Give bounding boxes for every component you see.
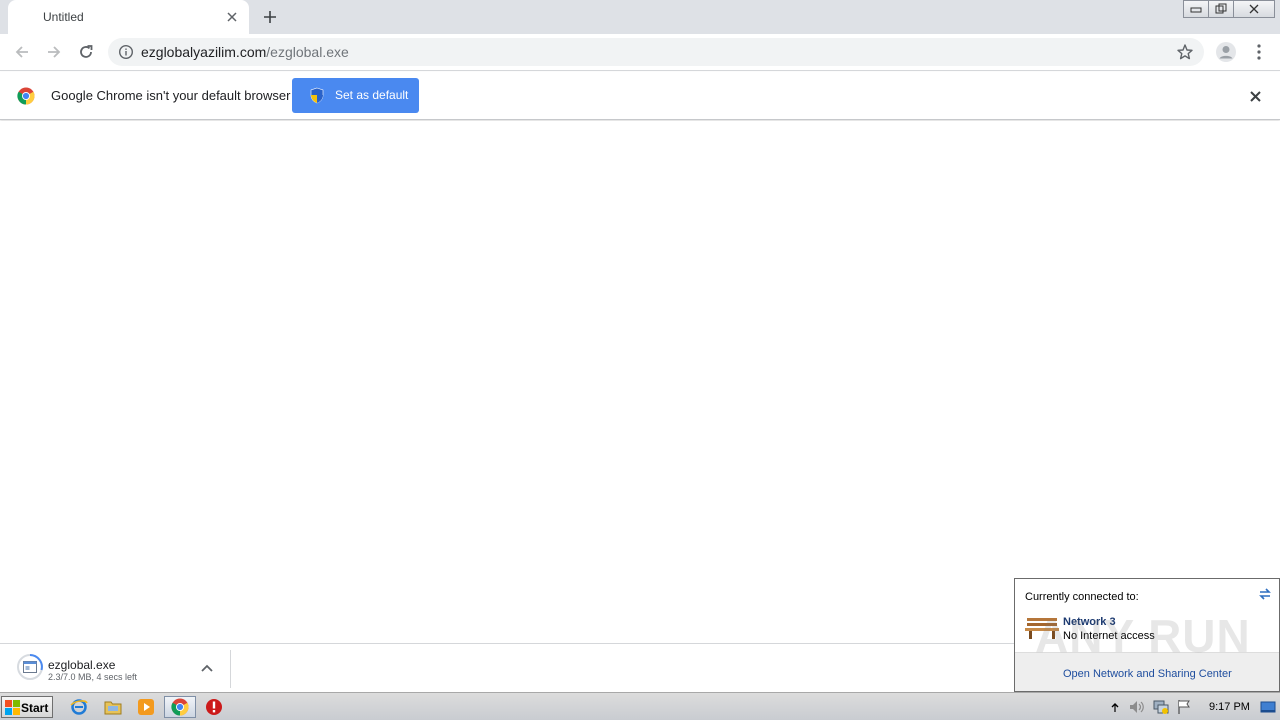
exe-file-icon[interactable] xyxy=(17,654,43,680)
tab-strip: Untitled xyxy=(0,0,1280,34)
file-explorer-icon[interactable] xyxy=(101,696,125,718)
bookmark-star-icon[interactable] xyxy=(1176,43,1194,66)
network-icon[interactable] xyxy=(1152,699,1170,720)
tab-untitled[interactable]: Untitled xyxy=(8,0,249,34)
anyrun-watermark: ANY RUN xyxy=(1035,610,1251,662)
infobar-message: Google Chrome isn't your default browser xyxy=(51,88,291,103)
page-content xyxy=(0,121,1280,643)
internet-explorer-icon[interactable] xyxy=(67,696,91,718)
kebab-menu-icon[interactable] xyxy=(1247,40,1271,64)
refresh-arrows-icon[interactable] xyxy=(1257,587,1273,606)
windows-flag-icon xyxy=(5,700,20,718)
chevron-up-icon[interactable] xyxy=(199,660,215,676)
shelf-divider xyxy=(230,650,231,688)
back-arrow-icon[interactable] xyxy=(9,39,35,65)
start-label: Start xyxy=(21,701,49,715)
url-host: ezglobalyazilim.com xyxy=(141,44,267,60)
download-status: 2.3/7.0 MB, 4 secs left xyxy=(48,672,138,682)
open-network-sharing-center-link[interactable]: Open Network and Sharing Center xyxy=(1063,668,1232,680)
windows-taskbar: Start 9:17 PM xyxy=(0,692,1280,720)
download-filename[interactable]: ezglobal.exe xyxy=(48,658,115,672)
set-as-default-button[interactable]: Set as default xyxy=(292,78,419,113)
address-bar[interactable]: ezglobalyazilim.com/ezglobal.exe xyxy=(108,38,1204,66)
action-center-flag-icon[interactable] xyxy=(1176,699,1192,720)
window-close-icon[interactable] xyxy=(1233,0,1275,18)
chrome-logo-icon xyxy=(17,87,35,110)
infobar-close-icon[interactable] xyxy=(1246,87,1264,105)
browser-toolbar: ezglobalyazilim.com/ezglobal.exe xyxy=(0,34,1280,71)
tab-close-icon[interactable] xyxy=(223,8,241,26)
url-text[interactable]: ezglobalyazilim.com/ezglobal.exe xyxy=(141,44,349,60)
show-hidden-icons-arrow-icon[interactable] xyxy=(1110,700,1120,718)
url-path: /ezglobal.exe xyxy=(266,44,349,60)
stop-sign-icon[interactable] xyxy=(202,696,226,718)
media-player-icon[interactable] xyxy=(134,696,158,718)
network-status-popup: Currently connected to: Network 3 No Int… xyxy=(1014,578,1280,692)
default-browser-infobar: Google Chrome isn't your default browser… xyxy=(0,72,1280,120)
reload-icon[interactable] xyxy=(73,39,99,65)
network-popup-header: Currently connected to: xyxy=(1025,591,1139,603)
forward-arrow-icon[interactable] xyxy=(41,39,67,65)
volume-icon[interactable] xyxy=(1128,699,1146,720)
info-icon[interactable] xyxy=(118,44,134,60)
start-button[interactable]: Start xyxy=(1,696,53,718)
system-tray: 9:17 PM xyxy=(1106,695,1276,719)
tab-title: Untitled xyxy=(43,10,84,24)
profile-avatar-icon[interactable] xyxy=(1214,40,1238,64)
show-desktop-icon[interactable] xyxy=(1260,699,1276,720)
restore-icon[interactable] xyxy=(1208,0,1234,18)
set-as-default-label: Set as default xyxy=(335,88,409,102)
new-tab-icon[interactable] xyxy=(259,6,281,28)
uac-shield-icon xyxy=(309,87,325,107)
taskbar-clock[interactable]: 9:17 PM xyxy=(1209,701,1250,713)
minimize-icon[interactable] xyxy=(1183,0,1209,18)
chrome-taskbar-icon[interactable] xyxy=(164,696,196,718)
